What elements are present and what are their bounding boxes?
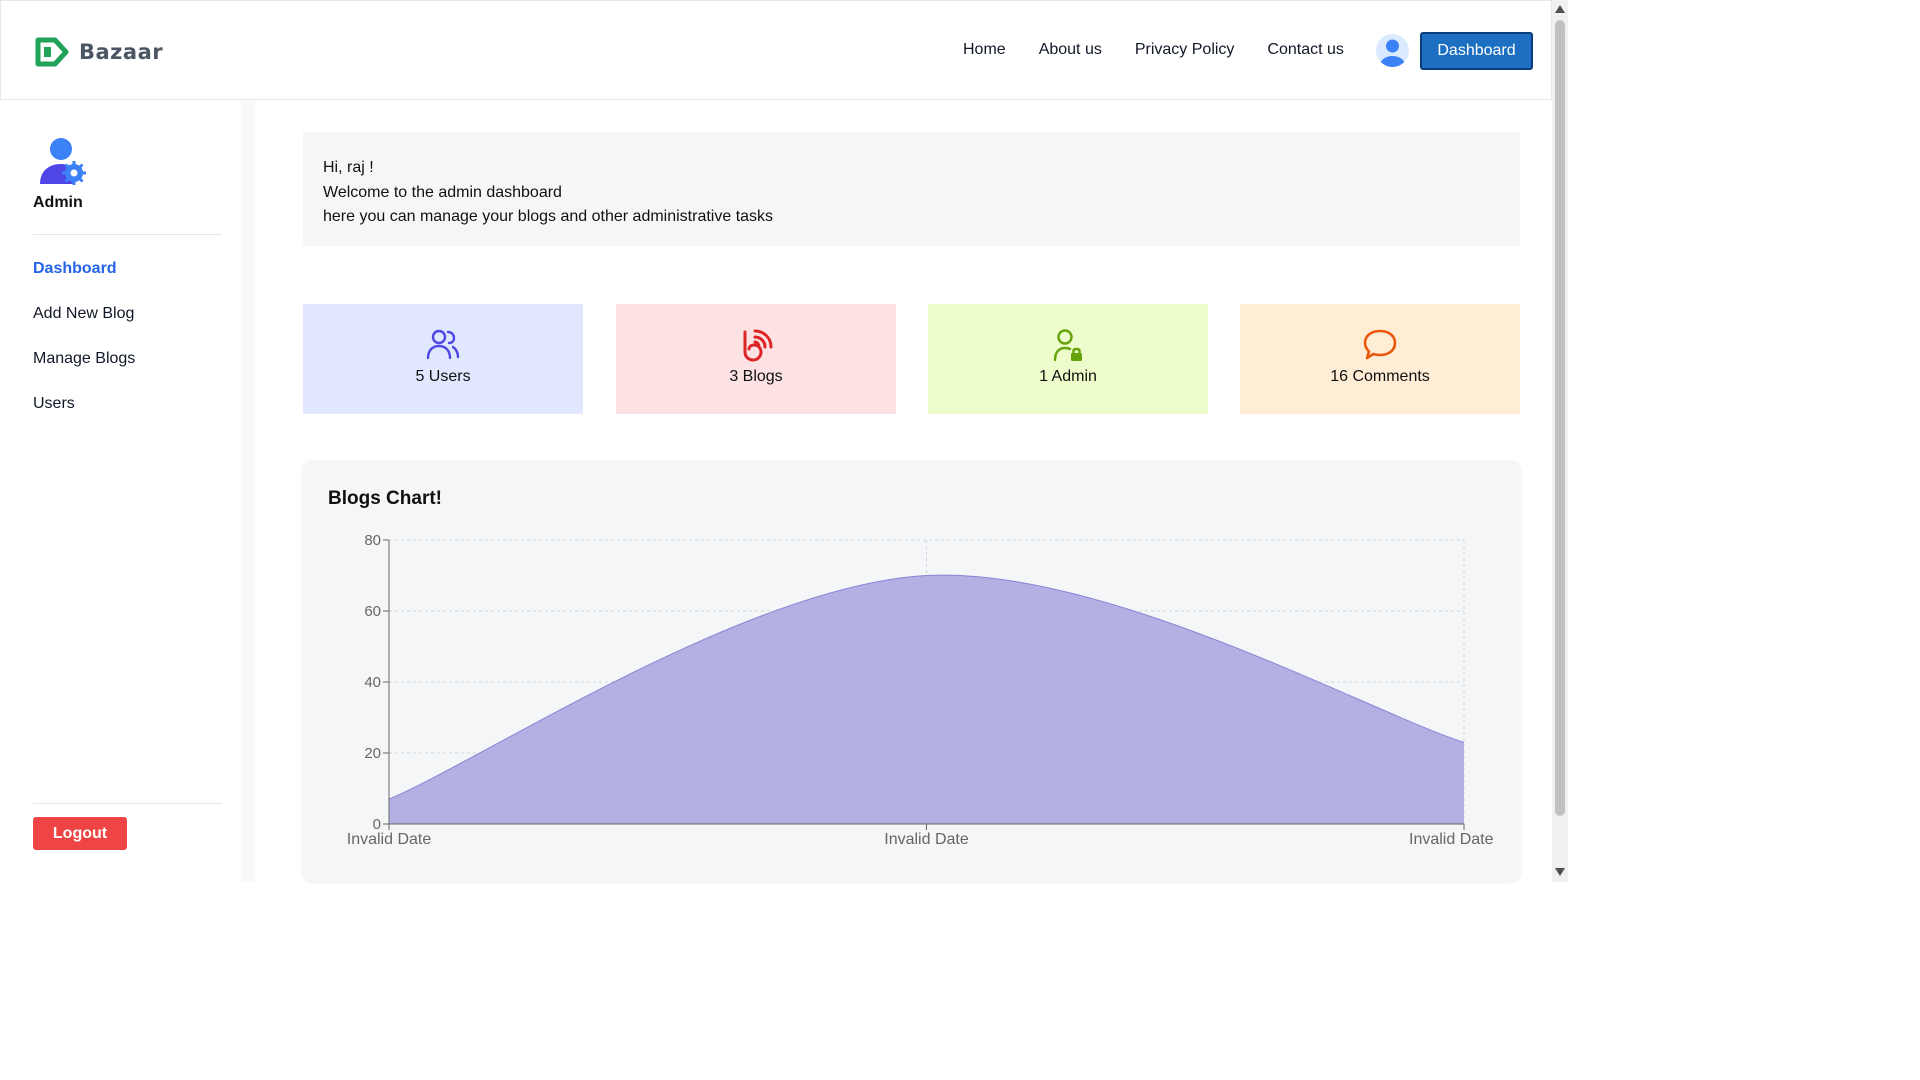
users-icon: [426, 329, 460, 360]
admin-lock-icon: [1053, 329, 1082, 362]
scroll-up-arrow-icon[interactable]: [1555, 5, 1565, 13]
sidebar-item-manage-blogs[interactable]: Manage Blogs: [33, 350, 135, 395]
welcome-greeting: Hi, raj !: [323, 159, 374, 176]
nav-home[interactable]: Home: [963, 41, 1006, 59]
y-tick-label: 60: [364, 603, 381, 620]
logo-mark-icon: [35, 37, 69, 67]
comment-icon: [1363, 329, 1397, 360]
x-tick-label: Invalid Date: [347, 831, 432, 848]
dashboard-button[interactable]: Dashboard: [1420, 32, 1533, 70]
welcome-line-1: Welcome to the admin dashboard: [323, 183, 562, 201]
scroll-down-arrow-icon[interactable]: [1555, 868, 1565, 876]
y-tick-label: 40: [364, 674, 381, 691]
welcome-panel: Hi, raj ! Welcome to the admin dashboard…: [303, 132, 1520, 246]
sidebar-item-users[interactable]: Users: [33, 395, 135, 440]
page-scrollbar[interactable]: [1552, 0, 1568, 882]
y-tick-label: 20: [364, 745, 381, 762]
sidebar: Admin Dashboard Add New Blog Manage Blog…: [0, 100, 255, 882]
user-avatar-icon[interactable]: [1376, 34, 1409, 67]
logout-button[interactable]: Logout: [33, 817, 127, 850]
stat-admin-label: 1 Admin: [1039, 368, 1097, 385]
stat-blogs-label: 3 Blogs: [729, 368, 783, 385]
sidebar-divider: [33, 234, 222, 235]
brand-logo[interactable]: Bazaar: [35, 37, 163, 67]
brand-name: Bazaar: [79, 40, 164, 64]
blogs-area-chart: 020406080Invalid Date Invalid Date Invalid…: [347, 532, 1494, 848]
stat-users-label: 5 Users: [415, 368, 471, 385]
area-fill: [389, 575, 1464, 824]
sidebar-item-dashboard[interactable]: Dashboard: [33, 260, 135, 305]
scrollbar-thumb[interactable]: [1555, 20, 1565, 816]
stat-card-users[interactable]: 5 Users: [303, 304, 583, 414]
stat-card-admin[interactable]: 1 Admin: [928, 304, 1208, 414]
top-navbar: Bazaar Home About us Privacy Policy Cont…: [0, 0, 1552, 100]
welcome-line-2: here you can manage your blogs and other…: [323, 208, 774, 225]
nav-about-us[interactable]: About us: [1039, 41, 1102, 59]
admin-gear-icon: [40, 138, 86, 185]
sidebar-menu: Dashboard Add New Blog Manage Blogs User…: [33, 260, 135, 440]
blog-icon: [743, 329, 773, 362]
stat-card-blogs[interactable]: 3 Blogs: [616, 304, 896, 414]
blogs-chart-card: Blogs Chart! 0 20 40 60 80 Invalid Date Invali…: [302, 460, 1521, 882]
x-tick-label: Invalid Date: [1409, 831, 1494, 848]
nav-privacy-policy[interactable]: Privacy Policy: [1135, 41, 1235, 59]
stat-card-comments[interactable]: 16 Comments: [1240, 304, 1520, 414]
role-label: Admin: [33, 194, 83, 211]
sidebar-divider-bottom: [33, 803, 222, 804]
main-nav: Home About us Privacy Policy Contact us: [963, 41, 1377, 59]
y-tick-label: 80: [364, 532, 381, 549]
sidebar-item-add-new-blog[interactable]: Add New Blog: [33, 305, 135, 350]
x-tick-label: Invalid Date: [884, 831, 969, 848]
stat-comments-label: 16 Comments: [1330, 368, 1430, 385]
nav-contact-us[interactable]: Contact us: [1267, 41, 1343, 59]
